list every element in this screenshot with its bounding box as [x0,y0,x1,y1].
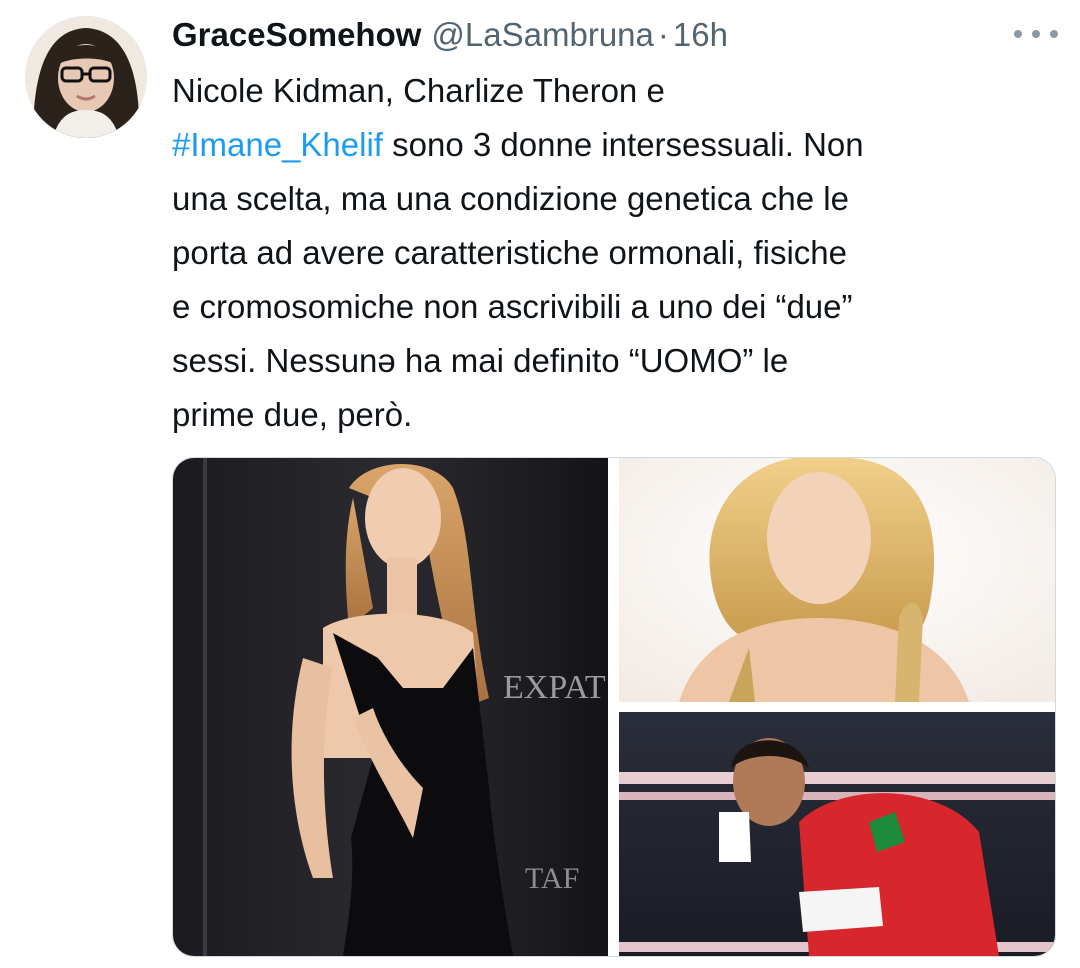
tweet-text-segment: sono 3 donne intersessuali. Non [382,126,864,163]
photo-charlize-theron[interactable] [619,458,1055,702]
photo-imane-khelif[interactable] [619,712,1055,956]
more-dot [1032,30,1040,38]
tweet-text-segment: sessi. Nessunə ha mai definito “UOMO” le [172,342,789,379]
tweet-text-line: Nicole Kidman, Charlize Theron e [172,64,1052,118]
more-dot [1014,30,1022,38]
hashtag-link[interactable]: #Imane_Khelif [172,126,383,163]
avatar[interactable] [25,16,147,138]
tweet-text-line: una scelta, ma una condizione genetica c… [172,172,1052,226]
display-name[interactable]: GraceSomehow [172,12,421,58]
user-handle[interactable]: @LaSambruna [431,12,653,58]
tweet-text-line: porta ad avere caratteristiche ormonali,… [172,226,1052,280]
tweet-text-segment: Nicole Kidman, Charlize Theron e [172,72,665,109]
more-horizontal-icon[interactable] [1014,22,1058,46]
separator-dot: · [657,16,669,53]
more-dot [1050,30,1058,38]
backdrop-text-taf: TAF [525,862,579,895]
tweet-text-segment: e cromosomiche non ascrivibili a uno dei… [172,288,853,325]
tweet-text-line: e cromosomiche non ascrivibili a uno dei… [172,280,1052,334]
backdrop-text-expat: EXPAT [503,669,606,706]
tweet-text: Nicole Kidman, Charlize Theron e #Imane_K… [172,64,1052,442]
tweet-text-line: sessi. Nessunə ha mai definito “UOMO” le [172,334,1052,388]
tweet-text-line: #Imane_Khelif sono 3 donne intersessuali… [172,118,1052,172]
tweet-header: GraceSomehow @LaSambruna · 16h [172,12,728,58]
media-grid: EXPAT TAF [172,457,1056,957]
tweet-text-line: prime due, però. [172,388,1052,442]
photo-nicole-kidman[interactable]: EXPAT TAF [173,458,608,956]
tweet-text-segment: una scelta, ma una condizione genetica c… [172,180,849,217]
tweet-text-segment: prime due, però. [172,396,413,433]
timestamp[interactable]: 16h [673,12,728,58]
tweet[interactable]: GraceSomehow @LaSambruna · 16h Nicole Ki… [0,0,1080,968]
tweet-text-segment: porta ad avere caratteristiche ormonali,… [172,234,847,271]
